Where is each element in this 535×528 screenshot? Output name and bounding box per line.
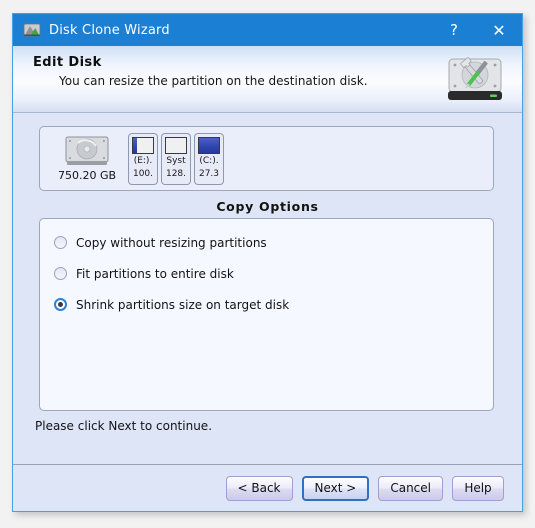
radio-option-shrink-partitions[interactable]: Shrink partitions size on target disk	[54, 293, 493, 316]
footer-button-bar: < Back Next > Cancel Help	[13, 464, 522, 511]
disk-capacity-label: 750.20 GB	[57, 168, 117, 182]
partition-label-line2: 128.	[165, 168, 187, 179]
partition-tile-e[interactable]: (E:). 100.	[128, 132, 158, 185]
page-title: Edit Disk	[33, 55, 102, 70]
radio-option-copy-without-resizing[interactable]: Copy without resizing partitions	[54, 231, 493, 254]
radio-option-label: Fit partitions to entire disk	[76, 266, 234, 281]
partition-label-line1: (E:).	[133, 155, 153, 166]
page-header: Edit Disk You can resize the partition o…	[13, 46, 522, 113]
page-body: 750.20 GB (E:). 100. Syst 128. (C:). 27.…	[13, 113, 522, 464]
partition-label-line2: 100.	[132, 168, 154, 179]
hint-text: Please click Next to continue.	[35, 419, 213, 433]
partition-usage-bar	[165, 136, 187, 154]
partition-label-line1: (C:).	[199, 155, 219, 166]
radio-button[interactable]	[54, 236, 67, 249]
window-controls: ? ✕	[432, 14, 522, 46]
cancel-button[interactable]: Cancel	[378, 475, 443, 501]
partition-usage-fill	[133, 137, 138, 153]
disk-summary: 750.20 GB	[49, 130, 125, 188]
partition-label-line2: 27.3	[198, 168, 220, 179]
window-title: Disk Clone Wizard	[49, 22, 170, 38]
radio-option-label: Shrink partitions size on target disk	[76, 297, 290, 312]
disk-clone-wizard-window: Disk Clone Wizard ? ✕ Edit Disk You can …	[12, 13, 523, 512]
help-footer-button[interactable]: Help	[452, 475, 504, 501]
title-bar: Disk Clone Wizard ? ✕	[13, 14, 522, 46]
partition-usage-bar	[132, 136, 154, 154]
help-button[interactable]: ?	[432, 14, 476, 46]
radio-option-fit-to-entire-disk[interactable]: Fit partitions to entire disk	[54, 262, 493, 285]
radio-option-label: Copy without resizing partitions	[76, 235, 267, 250]
copy-options-panel: Copy without resizing partitions Fit par…	[39, 218, 494, 411]
radio-button[interactable]	[54, 298, 67, 311]
screen: Disk Clone Wizard ? ✕ Edit Disk You can …	[0, 0, 535, 528]
copy-options-heading: Copy Options	[216, 199, 319, 214]
partition-usage-fill	[199, 137, 219, 153]
partition-label-line1: Syst	[166, 155, 186, 166]
page-subtitle: You can resize the partition on the dest…	[59, 74, 368, 88]
close-icon[interactable]: ✕	[476, 14, 522, 46]
disk-clone-icon	[23, 21, 41, 39]
disk-layout-panel[interactable]: 750.20 GB (E:). 100. Syst 128. (C:). 27.…	[39, 126, 494, 191]
partition-tile-system[interactable]: Syst 128.	[161, 132, 191, 185]
next-button[interactable]: Next >	[301, 475, 370, 501]
back-button[interactable]: < Back	[225, 475, 293, 501]
disk-with-tools-icon	[444, 55, 506, 105]
hard-disk-icon	[65, 136, 109, 166]
radio-button[interactable]	[54, 267, 67, 280]
partition-usage-bar	[198, 136, 220, 154]
partition-tile-c[interactable]: (C:). 27.3	[194, 132, 224, 185]
